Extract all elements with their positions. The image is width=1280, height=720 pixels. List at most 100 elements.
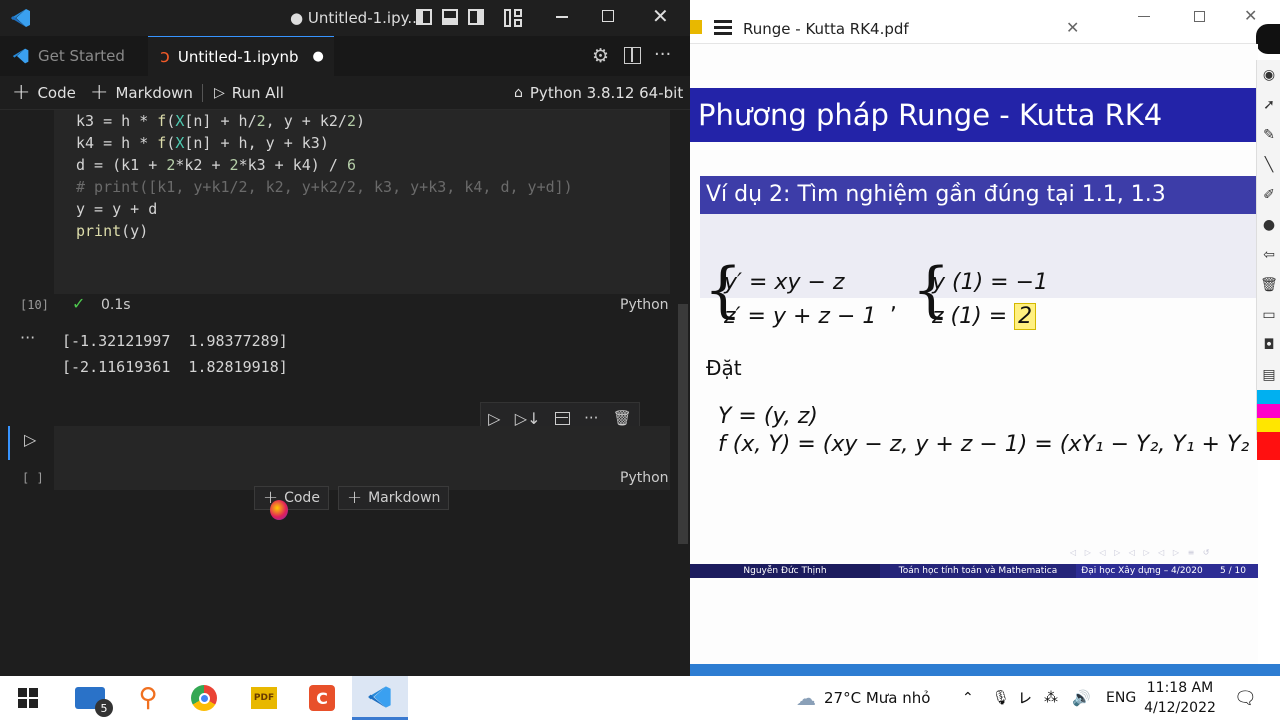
footer-course: Toán học tính toán và Mathematica (880, 564, 1076, 578)
network-icon[interactable]: ⁂ (1044, 676, 1058, 720)
maximize-icon[interactable] (602, 10, 614, 22)
delete-cell-icon[interactable]: 🗑 (613, 409, 632, 427)
close-icon[interactable]: ✕ (652, 4, 669, 28)
taskbar-chrome[interactable] (176, 676, 232, 720)
minimize-icon[interactable] (556, 16, 568, 18)
toggle-secondary-sidebar-icon[interactable] (468, 9, 484, 25)
pointer-icon[interactable]: ➚ (1257, 90, 1280, 120)
clipboard-icon[interactable]: ▤ (1257, 360, 1280, 390)
insert-code-cell-button[interactable]: + Code (254, 486, 329, 510)
taskbar-pdf-reader[interactable]: PDF (236, 676, 292, 720)
minimize-icon[interactable] (1138, 16, 1150, 17)
code-line[interactable]: y = y + d (76, 200, 157, 218)
close-tab-icon[interactable]: ✕ (1066, 18, 1079, 37)
volume-icon[interactable]: 🔊 (1072, 676, 1091, 720)
pen-icon[interactable]: ╲ (1257, 150, 1280, 180)
trash-icon[interactable]: 🗑 (1257, 270, 1280, 300)
microphone-icon[interactable]: 🎙 (992, 676, 1010, 720)
code-line[interactable]: k4 = h * f(X[n] + h, y + k3) (76, 134, 329, 152)
code-line[interactable]: d = (k1 + 2*k2 + 2*k3 + k4) / 6 (76, 156, 356, 174)
condition-line: y (1) = −1 (932, 270, 1049, 295)
toggle-panel-icon[interactable] (442, 9, 458, 25)
tab-get-started[interactable]: Get Started (0, 36, 148, 76)
execution-count: [ ] (22, 471, 44, 485)
highlighter-icon[interactable]: ✎ (1257, 120, 1280, 150)
toggle-sidebar-icon[interactable] (416, 9, 432, 25)
add-code-cell-button[interactable]: + Code (12, 76, 76, 110)
beamer-nav-icons[interactable]: ◁ ▷ ◁ ▷ ◁ ▷ ◁ ▷ ≡ ↺ (1070, 548, 1213, 557)
unsaved-dot: ● (312, 49, 324, 64)
undo-icon[interactable]: ⇦ (1257, 240, 1280, 270)
kernel-picker[interactable]: ⌂ Python 3.8.12 64-bit (514, 76, 683, 110)
code-comment-line[interactable]: # print([k1, y+k1/2, k2, y+k2/2, k3, y+k… (76, 178, 573, 196)
more-icon[interactable]: ··· (584, 409, 598, 427)
start-button[interactable] (0, 676, 56, 720)
taskbar-vscode[interactable] (352, 676, 408, 720)
recorder-icon: C (309, 685, 335, 711)
highlighted-value: 2 (1014, 303, 1037, 330)
cell-language[interactable]: Python (620, 297, 669, 313)
notifications-icon[interactable]: 🗨 (1234, 676, 1257, 720)
footer-page: 5 / 10 (1208, 564, 1258, 578)
gear-icon[interactable]: ⚙ (592, 45, 609, 67)
kernel-icon: ⌂ (514, 85, 523, 101)
insert-markdown-cell-button[interactable]: + Markdown (338, 486, 450, 510)
weather-widget[interactable]: ☁ 27°C Mưa nhỏ (796, 676, 930, 720)
markdown-label: Markdown (368, 490, 441, 506)
taskbar-mail[interactable]: 5 (62, 676, 118, 720)
taskbar-search-app[interactable]: ⚲ (120, 676, 176, 720)
ime-icon[interactable]: ㆑ (1018, 676, 1032, 720)
cell-language[interactable]: Python (620, 470, 669, 486)
add-markdown-cell-button[interactable]: + Markdown (90, 76, 193, 110)
reader-badge-icon[interactable] (1256, 24, 1280, 54)
close-icon[interactable]: ✕ (1244, 6, 1257, 25)
output-line: [-2.11619361 1.82819918] (62, 358, 288, 376)
run-by-line-icon[interactable]: ▷ (488, 409, 500, 428)
output-more-icon[interactable]: ··· (20, 328, 35, 347)
monitor-icon[interactable]: ▭ (1257, 300, 1280, 330)
language-indicator[interactable]: ENG (1106, 676, 1136, 720)
taskbar-camtasia[interactable]: C (294, 676, 350, 720)
editor-tabs: Get Started ↄ Untitled-1.ipynb ● ⚙ ··· (0, 36, 690, 76)
vscode-icon (368, 685, 391, 708)
show-hidden-icons-icon[interactable]: ⌃ (962, 676, 974, 720)
notebook-toolbar: + Code + Markdown ▷ Run All ⌂ Python 3.8… (0, 76, 690, 110)
slide-title-banner: Phương pháp Runge - Kutta RK4 (690, 88, 1258, 142)
camera-icon[interactable]: ◘ (1257, 330, 1280, 360)
scrollbar[interactable] (678, 304, 688, 544)
output-line: [-1.32121997 1.98377289] (62, 332, 288, 350)
execute-below-icon[interactable]: ▷↓ (515, 409, 541, 428)
split-editor-icon[interactable] (624, 47, 641, 64)
divider (202, 84, 203, 102)
vscode-logo-icon (11, 9, 30, 27)
eye-icon[interactable]: ◉ (1257, 60, 1280, 90)
cell-focus-indicator (8, 426, 10, 460)
dot-icon[interactable]: ● (1257, 210, 1280, 240)
color-magenta[interactable] (1257, 404, 1280, 418)
clock[interactable]: 11:18 AM 4/12/2022 (1144, 678, 1216, 718)
tab-untitled-notebook[interactable]: ↄ Untitled-1.ipynb ● (148, 36, 334, 76)
code-line[interactable]: print(y) (76, 222, 148, 240)
example-header: Ví dụ 2: Tìm nghiệm gần đúng tại 1.1, 1.… (700, 176, 1258, 214)
color-red[interactable] (1257, 432, 1280, 460)
status-strip (690, 664, 1280, 676)
pdf-reader-icon: PDF (251, 687, 277, 709)
plus-icon: + (347, 487, 363, 508)
slide-footer: Nguyễn Đức Thịnh Toán học tính toán và M… (690, 564, 1258, 578)
run-all-button[interactable]: ▷ Run All (214, 76, 284, 110)
windows-logo-icon (18, 688, 38, 708)
customize-layout-icon[interactable] (504, 9, 522, 27)
code-label: Code (37, 84, 76, 102)
run-cell-icon[interactable]: ▷ (24, 430, 36, 449)
empty-code-cell[interactable] (54, 426, 670, 490)
split-cell-icon[interactable] (554, 411, 570, 425)
plus-icon: + (12, 80, 31, 105)
hamburger-menu-icon[interactable] (714, 20, 732, 35)
color-yellow[interactable] (1257, 418, 1280, 432)
color-cyan[interactable] (1257, 390, 1280, 404)
code-line[interactable]: k3 = h * f(X[n] + h/2, y + k2/2) (76, 112, 365, 130)
marker-icon[interactable]: ✐ (1257, 180, 1280, 210)
more-actions-icon[interactable]: ··· (654, 44, 671, 65)
maximize-icon[interactable] (1194, 11, 1205, 22)
execution-count: [10] (20, 298, 49, 312)
